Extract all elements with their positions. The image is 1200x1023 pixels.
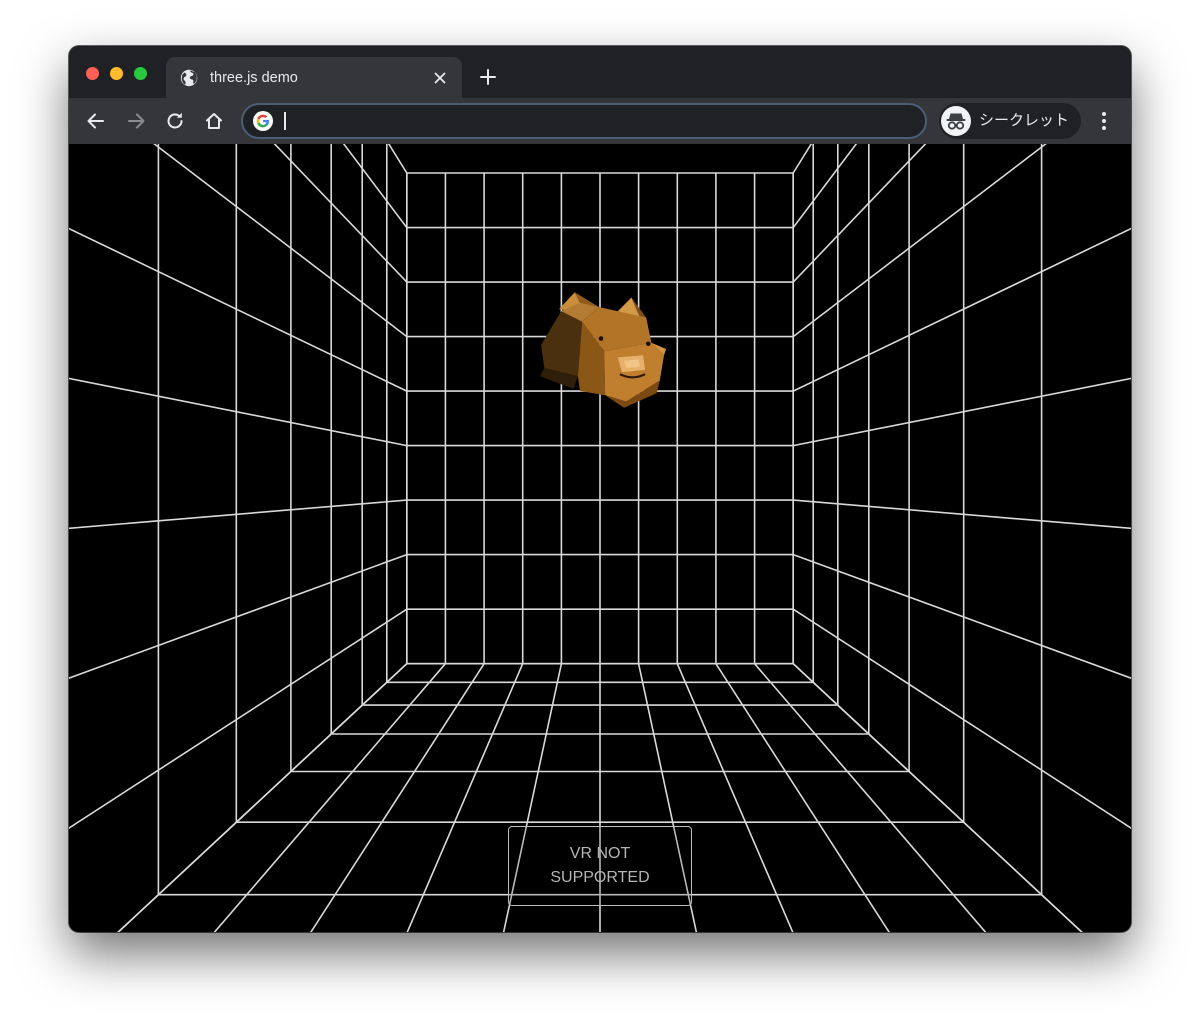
grid-line-42 — [273, 144, 408, 283]
grid-line-58 — [792, 144, 813, 174]
text-cursor — [284, 112, 286, 130]
new-tab-icon[interactable] — [479, 68, 497, 86]
webgl-viewport[interactable]: VR NOT SUPPORTED — [69, 144, 1131, 932]
grid-line-47 — [69, 553, 408, 680]
grid-line-45 — [69, 377, 407, 447]
tab-strip: three.js demo — [69, 46, 1131, 98]
grid-line-44 — [69, 227, 408, 392]
minimize-window-button[interactable] — [110, 67, 123, 80]
browser-window: three.js demo シークレット VR NOT SUPPORTED — [69, 46, 1131, 932]
grid-line-40 — [387, 144, 408, 174]
grid-line-59 — [792, 144, 858, 229]
tab-threejs-demo[interactable]: three.js demo — [166, 57, 462, 98]
webgl-canvas[interactable] — [69, 144, 1131, 932]
grid-line-41 — [342, 144, 408, 229]
vr-not-supported-button[interactable]: VR NOT SUPPORTED — [508, 826, 692, 906]
grid-line-66 — [792, 608, 1131, 829]
address-bar[interactable] — [241, 103, 927, 139]
home-icon[interactable] — [203, 110, 225, 132]
back-arrow-icon[interactable] — [85, 110, 107, 132]
grid-line-62 — [792, 227, 1131, 392]
grid-line-22 — [213, 663, 447, 932]
grid-line-21 — [117, 663, 408, 932]
forward-arrow-icon[interactable] — [125, 110, 147, 132]
grid-line-64 — [793, 499, 1131, 530]
room-grid — [69, 144, 1131, 932]
maximize-window-button[interactable] — [134, 67, 147, 80]
incognito-avatar — [941, 106, 971, 136]
grid-line-29 — [715, 663, 890, 932]
grid-line-31 — [792, 663, 1083, 932]
grid-line-60 — [792, 144, 927, 283]
tab-close-icon[interactable] — [432, 70, 448, 86]
toolbar: シークレット — [69, 98, 1131, 144]
tab-title: three.js demo — [210, 70, 298, 86]
grid-line-23 — [310, 663, 485, 932]
close-window-button[interactable] — [86, 67, 99, 80]
grid-line-65 — [792, 553, 1131, 680]
kebab-menu-icon[interactable] — [1095, 109, 1113, 133]
google-g-icon — [253, 111, 273, 131]
grid-line-61 — [792, 144, 1047, 338]
incognito-icon — [946, 113, 966, 130]
globe-icon — [180, 69, 198, 87]
incognito-profile-button[interactable]: シークレット — [939, 103, 1081, 139]
grid-line-49 — [117, 663, 408, 932]
url-input[interactable] — [287, 109, 911, 135]
grid-line-67 — [792, 663, 1083, 932]
incognito-label: シークレット — [979, 112, 1070, 129]
grid-line-30 — [753, 663, 987, 932]
reload-icon[interactable] — [164, 110, 186, 132]
grid-line-43 — [153, 144, 408, 338]
grid-line-48 — [69, 608, 408, 829]
grid-line-63 — [793, 377, 1131, 447]
grid-line-46 — [69, 499, 407, 530]
